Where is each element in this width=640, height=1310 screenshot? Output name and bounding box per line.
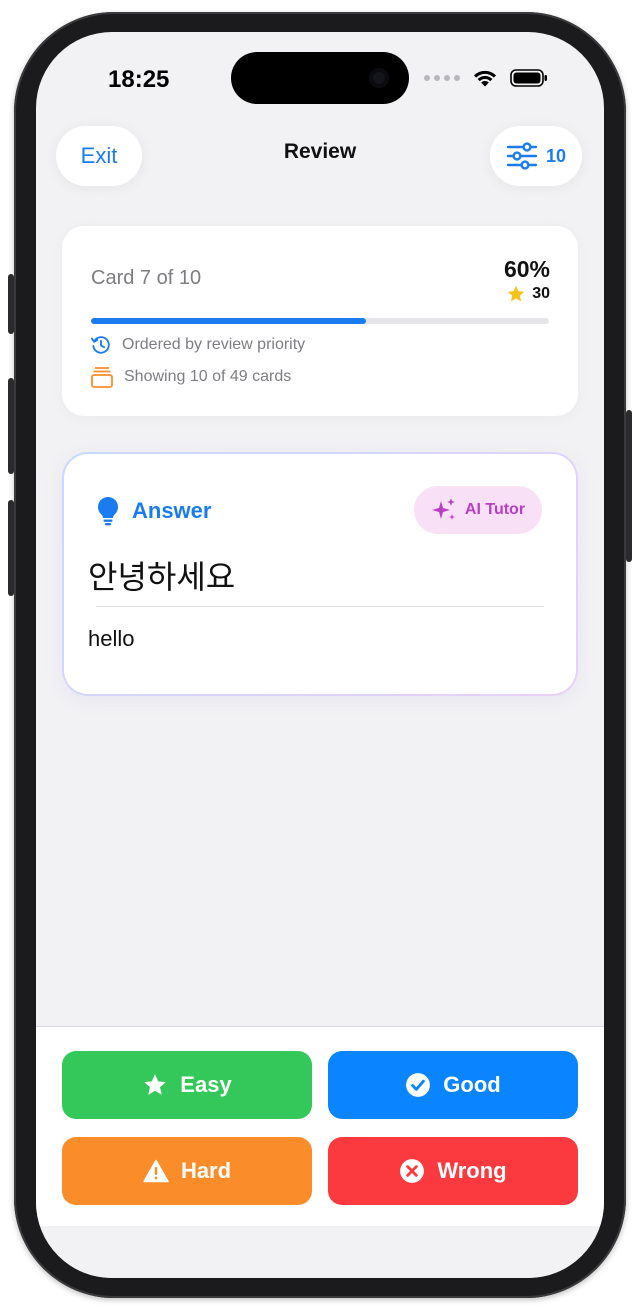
battery-icon [510, 69, 547, 87]
answer-label: Answer [132, 498, 212, 523]
flashcard-term: 안녕하세요 [88, 558, 236, 596]
stars-earned: 30 [506, 284, 550, 304]
lightbulb-icon [97, 497, 119, 526]
hard-button[interactable]: Hard [62, 1137, 312, 1205]
answer-header: Answer [96, 496, 211, 526]
easy-button[interactable]: Easy [62, 1051, 312, 1119]
order-info: Ordered by review priority [90, 334, 305, 356]
ai-tutor-label: AI Tutor [464, 501, 526, 518]
showing-info: Showing 10 of 49 cards [90, 366, 291, 388]
flashcard-meaning: hello [88, 626, 135, 651]
warning-triangle-icon [143, 1159, 169, 1183]
volume-down-button [8, 500, 14, 596]
showing-info-text: Showing 10 of 49 cards [124, 368, 292, 385]
easy-label: Easy [180, 1072, 232, 1097]
status-time: 18:25 [108, 66, 170, 93]
cellular-signal-icon [424, 75, 460, 81]
order-info-text: Ordered by review priority [122, 336, 306, 353]
status-icons [424, 68, 548, 88]
hard-label: Hard [180, 1158, 232, 1183]
screen: 18:25 Exit Review 10 Card 7 of 10 60% 30… [36, 32, 604, 1278]
front-camera [369, 68, 389, 88]
filter-button[interactable]: 10 [490, 126, 582, 186]
grading-panel: Easy Good Hard Wrong [36, 1026, 604, 1226]
answer-divider [96, 606, 544, 607]
power-button [626, 410, 632, 562]
volume-up-button [8, 378, 14, 474]
stars-count: 30 [532, 285, 550, 302]
star-icon [144, 1074, 167, 1095]
percent-complete: 60% [503, 256, 550, 282]
progress-bar [91, 318, 549, 324]
action-button [8, 274, 14, 334]
dynamic-island [231, 52, 409, 104]
progress-bar-fill [91, 318, 366, 324]
good-label: Good [443, 1072, 501, 1097]
wrong-button[interactable]: Wrong [328, 1137, 578, 1205]
filter-count: 10 [545, 145, 567, 166]
good-button[interactable]: Good [328, 1051, 578, 1119]
card-stack-icon [91, 367, 113, 388]
x-circle-icon [400, 1159, 425, 1183]
star-icon [507, 285, 525, 302]
sparkles-icon [431, 498, 455, 520]
ai-tutor-button[interactable]: AI Tutor [414, 486, 542, 534]
card-position-label: Card 7 of 10 [91, 267, 202, 289]
wrong-label: Wrong [437, 1158, 507, 1183]
home-indicator-area [36, 1226, 604, 1278]
progress-card: Card 7 of 10 60% 30 Ordered by review pr… [62, 226, 578, 416]
wifi-icon [474, 70, 496, 87]
answer-card: Answer AI Tutor 안녕하세요 hello [62, 452, 578, 696]
clock-history-icon [90, 336, 110, 354]
sliders-icon [506, 142, 538, 170]
checkmark-circle-icon [406, 1073, 431, 1097]
